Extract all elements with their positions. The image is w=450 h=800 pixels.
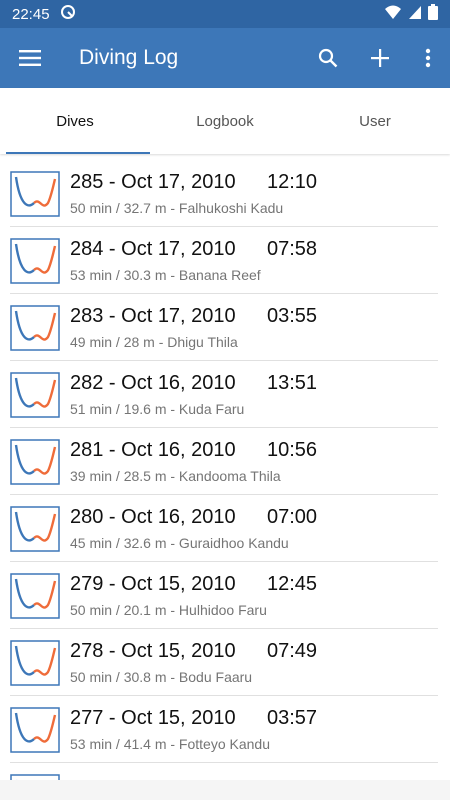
dive-profile-icon — [10, 572, 60, 619]
dive-time: 07:58 — [267, 238, 318, 260]
wifi-icon — [384, 4, 402, 25]
battery-icon — [428, 3, 438, 25]
dive-subtitle: 50 min / 30.8 m - Bodu Faaru — [70, 669, 253, 685]
dive-subtitle: 49 min / 28 m - Dhigu Thila — [70, 334, 238, 350]
dive-profile-icon — [10, 304, 60, 351]
dive-profile-icon — [10, 237, 60, 284]
dive-time: 03:57 — [267, 707, 318, 729]
dive-subtitle: 39 min / 28.5 m - Kandooma Thila — [70, 468, 281, 484]
dive-subtitle: 45 min / 32.6 m - Guraidhoo Kandu — [70, 535, 289, 551]
dive-list-item[interactable]: 279 - Oct 15, 2010 12:45 50 min / 20.1 m… — [0, 562, 450, 629]
dive-title: 281 - Oct 16, 2010 — [70, 439, 236, 461]
tab-logbook[interactable]: Logbook — [150, 88, 300, 154]
dive-time: 07:00 — [267, 506, 318, 528]
status-bar: 22:45 — [0, 0, 450, 28]
dive-time: 10:56 — [267, 439, 318, 461]
tab-dives[interactable]: Dives — [0, 88, 150, 154]
dive-list-item[interactable]: 277 - Oct 15, 2010 03:57 53 min / 41.4 m… — [0, 696, 450, 763]
dive-subtitle: 50 min / 32.7 m - Falhukoshi Kadu — [70, 200, 284, 216]
dive-profile-icon — [10, 371, 60, 418]
dive-list-item[interactable]: 283 - Oct 17, 2010 03:55 49 min / 28 m -… — [0, 294, 450, 361]
dive-title: 277 - Oct 15, 2010 — [70, 707, 236, 729]
app-bar: Diving Log — [0, 28, 450, 88]
dive-subtitle: 50 min / 20.1 m - Hulhidoo Faru — [70, 602, 267, 618]
menu-icon — [19, 50, 41, 66]
dive-list-item[interactable]: 280 - Oct 16, 2010 07:00 45 min / 32.6 m… — [0, 495, 450, 562]
dive-title: 280 - Oct 16, 2010 — [70, 506, 236, 528]
search-icon — [318, 48, 338, 68]
dive-list-item[interactable]: 276 - Oct 14, 2010 12:35 — [0, 763, 450, 780]
sync-icon — [60, 4, 76, 25]
dive-title: 279 - Oct 15, 2010 — [70, 573, 236, 595]
dive-list-item[interactable]: 285 - Oct 17, 2010 12:10 50 min / 32.7 m… — [0, 160, 450, 227]
menu-button[interactable] — [0, 28, 60, 88]
dive-list-item[interactable]: 281 - Oct 16, 2010 10:56 39 min / 28.5 m… — [0, 428, 450, 495]
dive-subtitle: 53 min / 41.4 m - Fotteyo Kandu — [70, 736, 270, 752]
dive-list-item[interactable]: 282 - Oct 16, 2010 13:51 51 min / 19.6 m… — [0, 361, 450, 428]
dive-title: 282 - Oct 16, 2010 — [70, 372, 236, 394]
dive-profile-icon — [10, 438, 60, 485]
app-title: Diving Log — [79, 46, 179, 69]
dive-profile-icon — [10, 639, 60, 686]
status-time: 22:45 — [12, 5, 50, 23]
dive-list-item[interactable]: 284 - Oct 17, 2010 07:58 53 min / 30.3 m… — [0, 227, 450, 294]
dive-time: 12:10 — [267, 171, 318, 193]
dive-profile-icon — [10, 706, 60, 753]
dive-time: 07:49 — [267, 640, 318, 662]
dive-title: 284 - Oct 17, 2010 — [70, 238, 236, 260]
dive-subtitle: 53 min / 30.3 m - Banana Reef — [70, 267, 261, 283]
dive-list-item[interactable]: 278 - Oct 15, 2010 07:49 50 min / 30.8 m… — [0, 629, 450, 696]
dive-time: 12:45 — [267, 573, 318, 595]
dive-profile-icon — [10, 505, 60, 552]
dive-time: 13:51 — [267, 372, 318, 394]
dive-list: 285 - Oct 17, 2010 12:10 50 min / 32.7 m… — [0, 160, 450, 780]
signal-icon — [408, 4, 422, 25]
dive-title: 285 - Oct 17, 2010 — [70, 171, 236, 193]
dive-title: 283 - Oct 17, 2010 — [70, 305, 236, 327]
more-vert-icon — [425, 48, 431, 68]
tab-user[interactable]: User — [300, 88, 450, 154]
tab-bar: Dives Logbook User — [0, 88, 450, 154]
dive-subtitle: 51 min / 19.6 m - Kuda Faru — [70, 401, 245, 417]
dive-profile-icon — [10, 170, 60, 217]
add-icon — [371, 49, 389, 67]
dive-time: 03:55 — [267, 305, 318, 327]
dive-title: 278 - Oct 15, 2010 — [70, 640, 236, 662]
more-options-button[interactable] — [406, 28, 450, 88]
add-button[interactable] — [354, 28, 406, 88]
system-nav-bar — [0, 780, 450, 800]
search-button[interactable] — [302, 28, 354, 88]
